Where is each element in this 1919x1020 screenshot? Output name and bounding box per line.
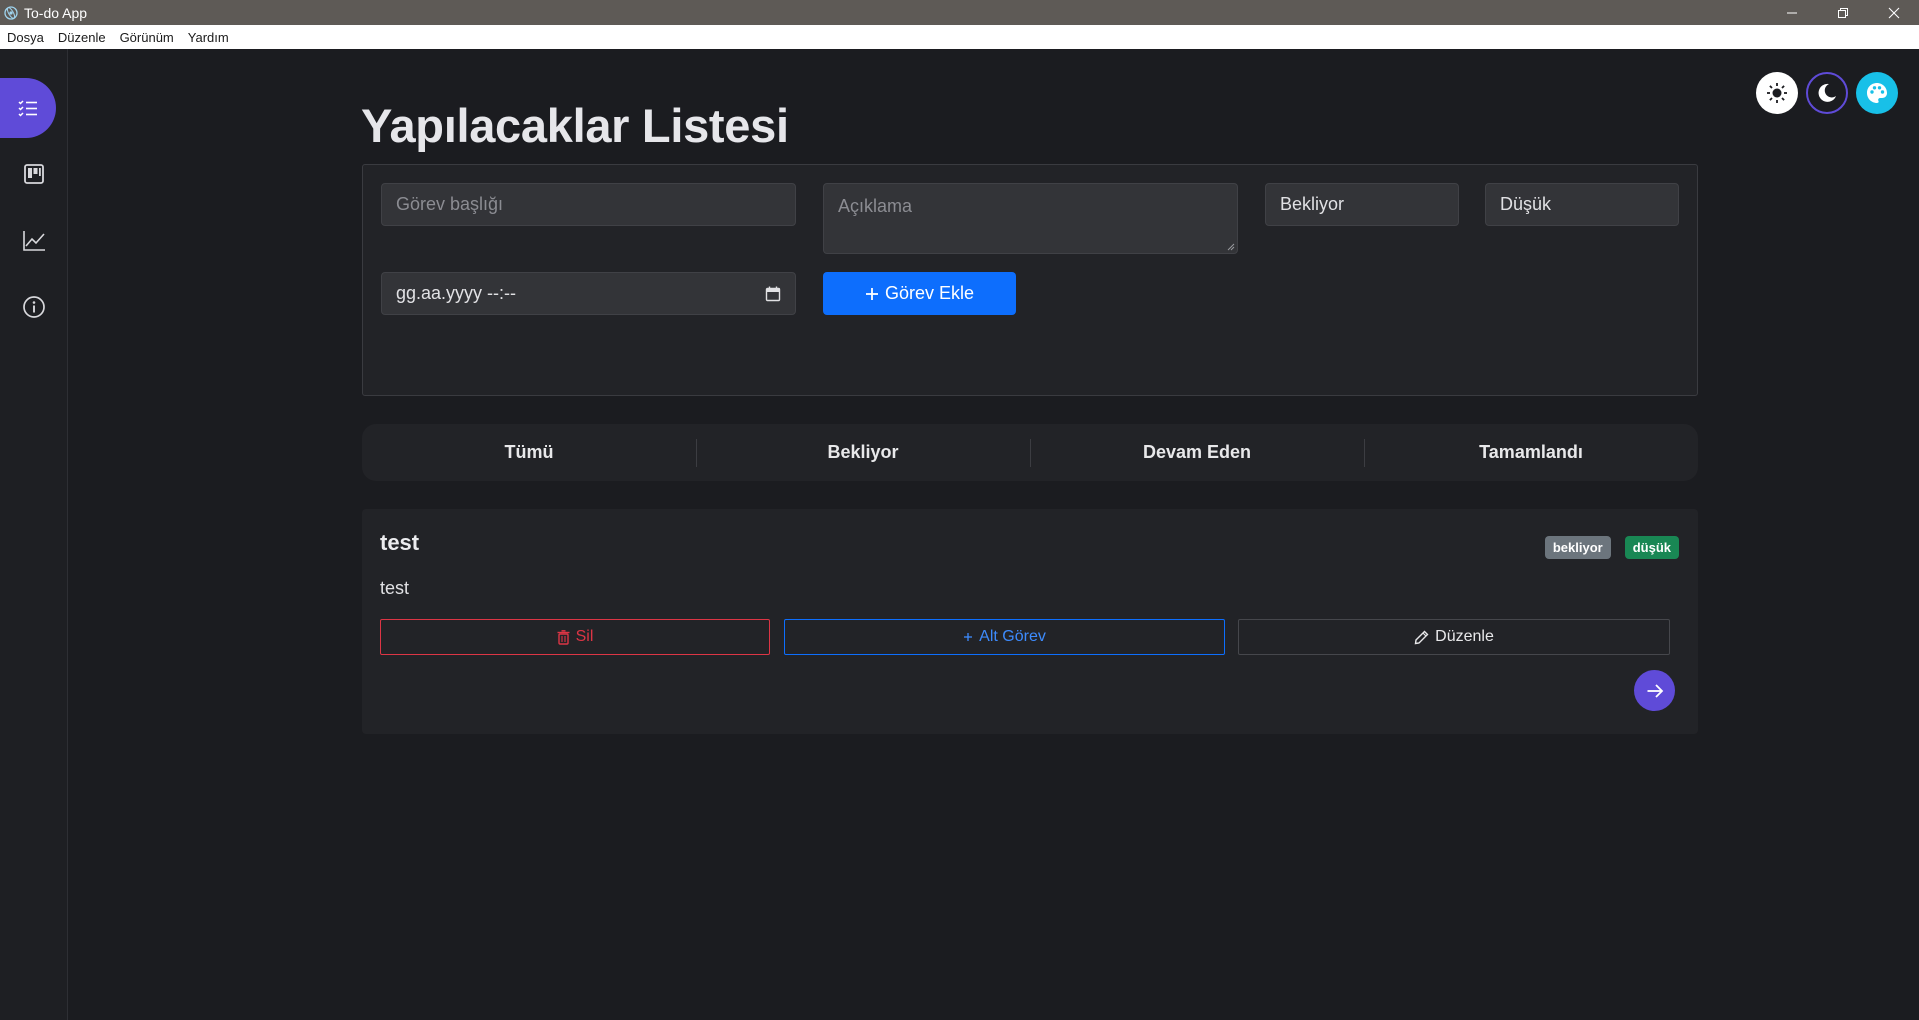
sidebar-item-list[interactable]	[0, 78, 56, 138]
menu-edit[interactable]: Düzenle	[58, 30, 106, 45]
add-task-label: Görev Ekle	[884, 283, 975, 303]
sidebar-item-stats[interactable]	[0, 211, 68, 271]
palette-icon	[1867, 83, 1887, 103]
app-icon	[4, 5, 18, 20]
next-button[interactable]	[1634, 670, 1675, 711]
delete-label: Sil	[575, 628, 594, 645]
close-button[interactable]	[1868, 0, 1919, 25]
light-theme-button[interactable]	[1756, 72, 1798, 114]
tab-completed[interactable]: Tamamlandı	[1364, 442, 1698, 463]
list-icon	[18, 100, 37, 117]
theme-switcher	[1756, 72, 1898, 114]
description-placeholder: Açıklama	[838, 196, 913, 216]
menu-bar: Dosya Düzenle Görünüm Yardım	[0, 25, 1919, 49]
status-select[interactable]: Bekliyor	[1265, 183, 1459, 226]
edit-button[interactable]: Düzenle	[1238, 619, 1670, 655]
subtask-label: Alt Görev	[979, 628, 1046, 645]
task-card: test bekliyor düşük test Sil Alt Görev D…	[362, 509, 1698, 734]
date-placeholder: gg.aa.yyyy --:--	[396, 283, 517, 303]
restore-icon	[1837, 7, 1848, 18]
calendar-icon[interactable]	[765, 286, 781, 302]
restore-button[interactable]	[1817, 0, 1868, 25]
kanban-icon	[24, 164, 44, 184]
add-task-button[interactable]: Görev Ekle	[823, 272, 1016, 315]
add-subtask-button[interactable]: Alt Görev	[784, 619, 1225, 655]
edit-label: Düzenle	[1435, 628, 1494, 645]
task-description-textarea[interactable]: Açıklama	[823, 183, 1238, 254]
trash-icon	[557, 629, 570, 645]
due-date-input[interactable]: gg.aa.yyyy --:--	[381, 272, 796, 315]
task-title-input[interactable]: Görev başlığı	[381, 183, 796, 226]
moon-icon	[1818, 83, 1836, 102]
tab-in-progress[interactable]: Devam Eden	[1030, 442, 1364, 463]
sidebar-item-about[interactable]	[0, 277, 68, 337]
window-title: To-do App	[24, 4, 88, 21]
status-badge: bekliyor	[1544, 536, 1611, 559]
plus-icon	[865, 287, 878, 300]
arrow-right-icon	[1647, 683, 1663, 698]
menu-help[interactable]: Yardım	[188, 30, 229, 45]
resize-handle-icon[interactable]	[1227, 243, 1235, 251]
plus-icon	[964, 633, 973, 641]
filter-tabs: Tümü Bekliyor Devam Eden Tamamlandı	[362, 424, 1698, 481]
pencil-icon	[1414, 630, 1429, 644]
task-form: Görev başlığı Açıklama Bekliyor Düşük gg…	[362, 164, 1698, 396]
task-description: test	[380, 578, 410, 598]
tab-all[interactable]: Tümü	[362, 442, 696, 463]
sun-icon	[1767, 83, 1787, 103]
delete-button[interactable]: Sil	[380, 619, 770, 655]
chart-line-icon	[23, 231, 45, 251]
color-theme-button[interactable]	[1856, 72, 1898, 114]
info-icon	[23, 296, 45, 318]
menu-file[interactable]: Dosya	[7, 30, 44, 45]
close-icon	[1888, 7, 1899, 18]
title-bar: To-do App	[0, 0, 1919, 25]
task-title: test	[380, 530, 420, 555]
dark-theme-button[interactable]	[1806, 72, 1848, 114]
sidebar-item-kanban[interactable]	[0, 144, 68, 204]
sidebar	[0, 49, 68, 1020]
minimize-button[interactable]	[1766, 0, 1817, 25]
tab-pending[interactable]: Bekliyor	[696, 442, 1030, 463]
minimize-icon	[1786, 12, 1797, 13]
priority-select[interactable]: Düşük	[1485, 183, 1679, 226]
menu-view[interactable]: Görünüm	[120, 30, 174, 45]
page-title: Yapılacaklar Listesi	[361, 99, 789, 152]
priority-badge: düşük	[1624, 536, 1679, 559]
